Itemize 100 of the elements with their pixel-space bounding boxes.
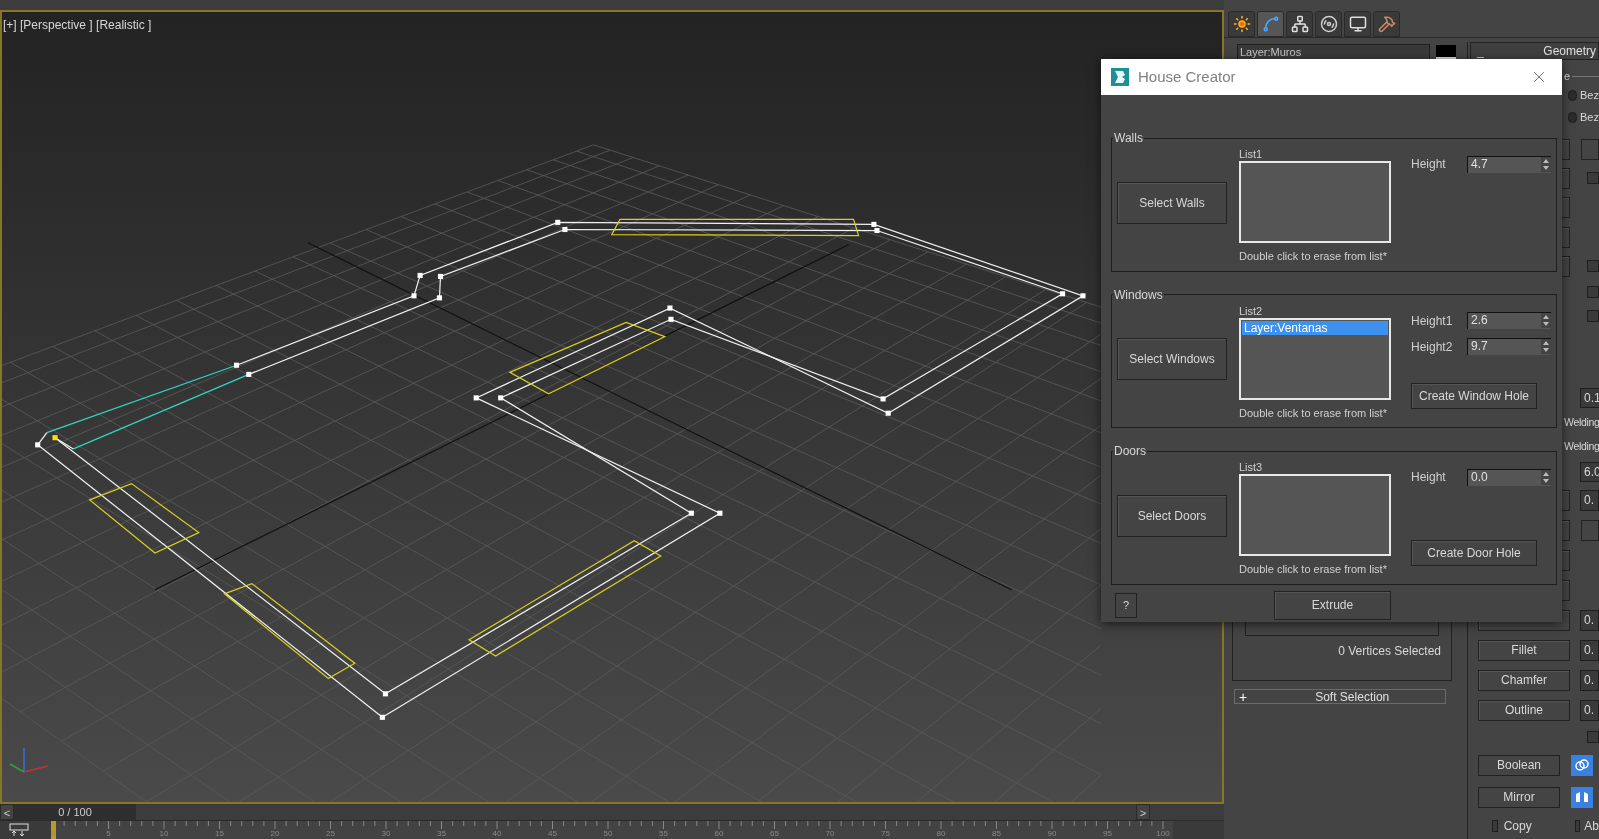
mirror-icon bbox=[1575, 791, 1589, 803]
soft-selection-rollout[interactable]: + Soft Selection bbox=[1234, 689, 1446, 704]
checkbox[interactable] bbox=[1587, 260, 1599, 272]
tool-button[interactable]: Mirror bbox=[1478, 786, 1560, 808]
panel-tab[interactable] bbox=[1344, 11, 1371, 37]
panel-tab[interactable] bbox=[1315, 11, 1342, 37]
previous-frame-button[interactable]: < bbox=[0, 804, 14, 820]
frame-number: 50 bbox=[603, 829, 613, 838]
frame-number: 40 bbox=[492, 829, 502, 838]
list-label: List2 bbox=[1239, 303, 1264, 318]
app-logo-icon bbox=[1110, 67, 1130, 87]
number-field[interactable]: 0. bbox=[1580, 489, 1599, 511]
tool-button[interactable]: Outline bbox=[1478, 699, 1570, 721]
dialog-title: House Creator bbox=[1138, 66, 1236, 87]
spinner-field[interactable]: 4.7 bbox=[1467, 155, 1551, 173]
selection-status: 0 Vertices Selected bbox=[1338, 643, 1441, 660]
next-frame-button[interactable]: > bbox=[1136, 804, 1150, 820]
spinner-arrows-icon[interactable] bbox=[1541, 339, 1551, 354]
disc-icon bbox=[1319, 15, 1338, 33]
collapse-toggle[interactable]: _ bbox=[1477, 42, 1484, 60]
spinner-arrows-icon[interactable] bbox=[1541, 469, 1551, 485]
select-button[interactable]: Select Doors bbox=[1117, 494, 1227, 537]
field-label: Height1 bbox=[1411, 312, 1454, 330]
extrude-button[interactable]: Extrude bbox=[1274, 590, 1391, 620]
spinner-field[interactable]: 2.6 bbox=[1467, 312, 1551, 329]
frame-number: 95 bbox=[1103, 829, 1112, 838]
hammer-icon bbox=[1377, 15, 1396, 33]
frame-number: 35 bbox=[437, 829, 446, 838]
group-label: e bbox=[1564, 68, 1571, 84]
time-slider-thumb[interactable]: 0 / 100 bbox=[14, 804, 136, 820]
checkbox[interactable] bbox=[1587, 731, 1599, 743]
number-field[interactable]: 0. bbox=[1580, 609, 1599, 631]
action-button[interactable]: Create Window Hole bbox=[1411, 383, 1537, 409]
tool-button[interactable]: Chamfer bbox=[1478, 669, 1570, 691]
rollout-title: Soft Selection bbox=[1315, 688, 1390, 706]
rings-icon bbox=[1575, 759, 1589, 771]
tool-icon-button[interactable] bbox=[1571, 786, 1593, 808]
list-hint: Double click to erase from list* bbox=[1239, 249, 1388, 264]
spinner-arrows-icon[interactable] bbox=[1541, 313, 1551, 328]
number-field[interactable]: 0. bbox=[1580, 669, 1599, 691]
number-field[interactable]: 0. bbox=[1580, 639, 1599, 661]
number-field[interactable]: 0. bbox=[1580, 699, 1599, 721]
list-box[interactable] bbox=[1239, 161, 1391, 243]
frame-number: 55 bbox=[659, 829, 668, 838]
frame-number: 0 bbox=[50, 829, 56, 838]
frame-number: 60 bbox=[714, 829, 724, 838]
select-button[interactable]: Select Walls bbox=[1117, 181, 1227, 224]
checkbox[interactable] bbox=[1492, 820, 1498, 832]
object-name-field[interactable]: Layer:Muros bbox=[1237, 44, 1431, 60]
hierarchy-icon bbox=[1290, 15, 1309, 33]
panel-tab[interactable] bbox=[1286, 11, 1313, 37]
checkbox-label: Ab bbox=[1584, 818, 1599, 835]
key-filter-icon[interactable] bbox=[8, 823, 30, 837]
list-hint: Double click to erase from list* bbox=[1239, 405, 1388, 421]
help-button[interactable]: ? bbox=[1115, 592, 1137, 618]
spinner-arrows-icon[interactable] bbox=[1541, 156, 1551, 172]
checkbox[interactable] bbox=[1574, 820, 1581, 832]
group-title: Windows bbox=[1113, 286, 1164, 304]
checkbox[interactable] bbox=[1587, 172, 1599, 184]
expand-toggle[interactable]: + bbox=[1239, 689, 1248, 704]
curve-icon bbox=[1261, 15, 1280, 33]
monitor-icon bbox=[1348, 15, 1367, 33]
radio-label: Bez bbox=[1580, 109, 1599, 125]
radio-button[interactable] bbox=[1568, 89, 1578, 101]
tool-icon-button[interactable] bbox=[1571, 754, 1593, 776]
viewport-label[interactable]: [+] [Perspective ] [Realistic ] bbox=[3, 16, 152, 34]
panel-tab[interactable] bbox=[1373, 11, 1400, 37]
spinner-value: 4.7 bbox=[1470, 156, 1489, 173]
sun-icon bbox=[1232, 15, 1251, 33]
frame-number: 25 bbox=[326, 829, 335, 838]
group-title: Walls bbox=[1113, 130, 1144, 147]
list-box[interactable] bbox=[1239, 474, 1391, 556]
action-button[interactable]: Create Door Hole bbox=[1411, 539, 1537, 566]
option-label: Welding bbox=[1564, 415, 1599, 431]
checkbox-label: Copy bbox=[1503, 818, 1532, 835]
frame-number: 45 bbox=[548, 829, 557, 838]
group-title: Doors bbox=[1113, 443, 1147, 460]
tool-button[interactable]: Boolean bbox=[1478, 754, 1560, 776]
spinner-value: 9.7 bbox=[1470, 339, 1489, 355]
list-hint: Double click to erase from list* bbox=[1239, 562, 1388, 577]
time-marker[interactable] bbox=[51, 821, 56, 839]
spinner-value: 2.6 bbox=[1470, 313, 1489, 329]
checkbox[interactable] bbox=[1587, 310, 1599, 322]
spinner-field[interactable]: 9.7 bbox=[1467, 338, 1551, 355]
list-label: List3 bbox=[1239, 460, 1264, 474]
rollout-title: Geometry bbox=[1543, 43, 1596, 60]
spinner-value: 0.0 bbox=[1470, 469, 1489, 486]
select-button[interactable]: Select Windows bbox=[1117, 338, 1227, 381]
panel-tab[interactable] bbox=[1228, 11, 1255, 37]
object-color-swatch[interactable] bbox=[1436, 45, 1456, 59]
frame-number: 15 bbox=[215, 829, 224, 838]
radio-button[interactable] bbox=[1568, 111, 1578, 123]
field-label: Height bbox=[1411, 156, 1447, 173]
frame-number: 100 bbox=[1156, 829, 1170, 838]
panel-tab[interactable] bbox=[1257, 11, 1284, 37]
tool-button[interactable]: Fillet bbox=[1478, 639, 1570, 661]
checkbox[interactable] bbox=[1587, 286, 1599, 298]
option-label: Welding bbox=[1564, 439, 1599, 455]
spinner-field[interactable]: 0.0 bbox=[1467, 468, 1551, 486]
field-label: Height2 bbox=[1411, 338, 1454, 356]
